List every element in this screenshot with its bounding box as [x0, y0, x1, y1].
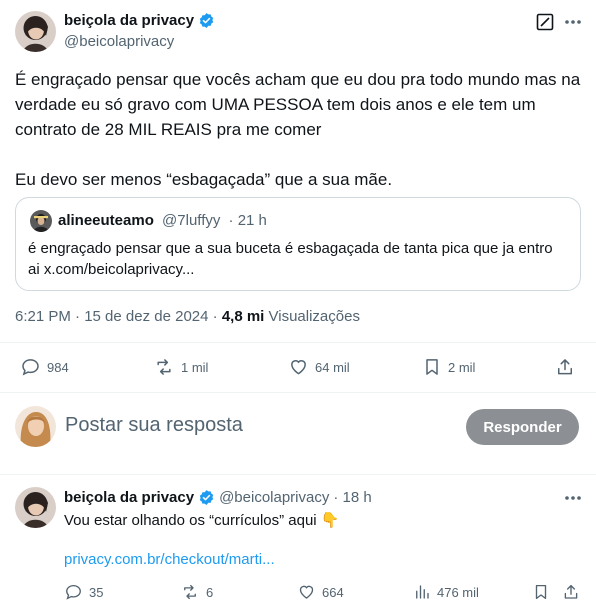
responder-button[interactable]: Responder [466, 409, 579, 445]
reply-count: 35 [89, 584, 104, 600]
share-icon [558, 359, 572, 375]
author-name[interactable]: beiçola da privacy [64, 12, 215, 29]
divider [0, 474, 596, 475]
quoted-tweet-header: alineeuteamo @7luffyy · 21 h [58, 212, 267, 229]
bookmark-count: 2 mil [448, 359, 476, 375]
current-user-avatar[interactable] [15, 406, 56, 447]
divider [0, 392, 596, 393]
views-count: 476 mil [437, 584, 479, 600]
like-count: 64 mil [315, 359, 350, 375]
share-icon [564, 584, 578, 599]
repost-button[interactable]: 6 [180, 583, 213, 601]
author-handle[interactable]: @beicolaprivacy [64, 33, 174, 50]
bookmark-button[interactable]: 2 mil [422, 357, 475, 377]
tweet-paragraph: É engraçado pensar que vocês acham que e… [15, 70, 581, 139]
repost-icon [157, 359, 171, 375]
more-icon[interactable] [562, 488, 584, 508]
author-avatar[interactable] [15, 11, 56, 52]
views-count: 4,8 mi [221, 308, 265, 325]
like-count: 664 [322, 584, 344, 600]
reply-input[interactable]: Postar sua resposta [65, 414, 243, 437]
reply-button[interactable]: 984 [20, 357, 69, 377]
reply-tweet-header: beiçola da privacy @beicolaprivacy · 18 … [64, 489, 372, 506]
quoted-tweet-text: é engraçado pensar que a sua buceta é es… [28, 240, 553, 278]
reply-tweet-text: Vou estar olhando os “currículos” aqui 👇 [64, 512, 340, 529]
verified-badge-icon [199, 490, 214, 505]
repost-button[interactable]: 1 mil [153, 357, 208, 377]
views-label: Visualizações [264, 308, 360, 325]
quoted-tweet-time: · 21 h [228, 212, 267, 229]
reply-count: 984 [47, 359, 69, 375]
like-button[interactable]: 64 mil [288, 357, 350, 377]
tweet-timestamp[interactable]: 6:21 PM · 15 de dez de 2024 · [15, 308, 222, 325]
grok-icon[interactable] [535, 12, 555, 32]
share-button[interactable] [562, 583, 586, 601]
author-name[interactable]: beiçola da privacy [64, 489, 194, 506]
tweet-text: É engraçado pensar que vocês acham que e… [15, 67, 581, 192]
reply-tweet-time[interactable]: · 18 h [333, 489, 371, 506]
reply-button[interactable]: 35 [64, 583, 103, 601]
reply-icon [66, 584, 81, 600]
author-handle[interactable]: @beicolaprivacy [219, 489, 329, 506]
repost-count: 6 [206, 584, 214, 600]
repost-count: 1 mil [181, 359, 209, 375]
share-button[interactable] [555, 357, 581, 377]
divider [0, 342, 596, 343]
reply-icon [22, 359, 39, 376]
tweet-metadata: 6:21 PM · 15 de dez de 2024 · 4,8 mi Vis… [15, 308, 360, 325]
tweet-paragraph: Eu devo ser menos “esbagaçada” que a sua… [15, 170, 393, 189]
bookmark-icon [535, 584, 547, 600]
views-icon [416, 585, 429, 599]
quoted-author-name: alineeuteamo [58, 212, 154, 229]
more-icon[interactable] [562, 12, 584, 32]
like-button[interactable]: 664 [297, 583, 344, 601]
like-icon [291, 360, 306, 375]
verified-badge-icon [199, 13, 214, 28]
repost-icon [184, 584, 196, 600]
bookmark-button[interactable] [532, 583, 556, 601]
author-avatar[interactable] [15, 487, 56, 528]
like-icon [299, 585, 314, 599]
bookmark-icon [426, 359, 438, 375]
checkout-link[interactable]: privacy.com.br/checkout/marti... [64, 551, 275, 568]
quoted-tweet-card[interactable]: alineeuteamo @7luffyy · 21 h é engraçado… [15, 197, 581, 291]
quoted-author-avatar [30, 210, 52, 232]
views-button[interactable]: 476 mil [413, 583, 479, 601]
quoted-author-handle: @7luffyy [162, 212, 221, 229]
